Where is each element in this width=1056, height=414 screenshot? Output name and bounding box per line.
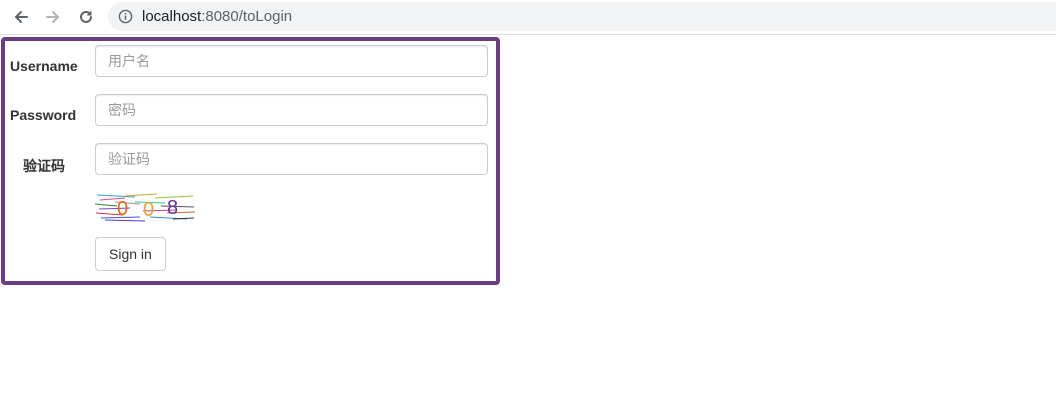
- captcha-image[interactable]: 0 0 8: [95, 192, 195, 222]
- forward-button[interactable]: [40, 4, 66, 30]
- forward-arrow-icon: [46, 11, 59, 23]
- reload-button[interactable]: [73, 4, 99, 30]
- captcha-digit-2: 0: [143, 199, 154, 221]
- captcha-input[interactable]: [95, 143, 488, 175]
- captcha-digit-3: 8: [167, 197, 178, 219]
- back-arrow-icon: [15, 11, 28, 23]
- sign-in-button[interactable]: Sign in: [95, 237, 166, 271]
- captcha-label: 验证码: [23, 158, 65, 174]
- info-icon[interactable]: [118, 9, 133, 24]
- username-label: Username: [10, 58, 78, 74]
- back-button[interactable]: [8, 4, 34, 30]
- address-bar[interactable]: localhost:8080/toLogin: [108, 2, 1056, 31]
- password-label: Password: [10, 107, 77, 123]
- username-input[interactable]: [95, 45, 488, 77]
- password-input[interactable]: [95, 94, 488, 126]
- url-host: localhost: [142, 8, 202, 25]
- url-text[interactable]: localhost:8080/toLogin: [142, 8, 292, 25]
- captcha-digit-1: 0: [117, 198, 128, 220]
- reload-icon: [80, 10, 92, 23]
- browser-toolbar: localhost:8080/toLogin: [0, 0, 1056, 35]
- login-form: Username Password 验证码 0 0 8 Sign in: [1, 37, 500, 285]
- url-path: :8080/toLogin: [201, 8, 293, 25]
